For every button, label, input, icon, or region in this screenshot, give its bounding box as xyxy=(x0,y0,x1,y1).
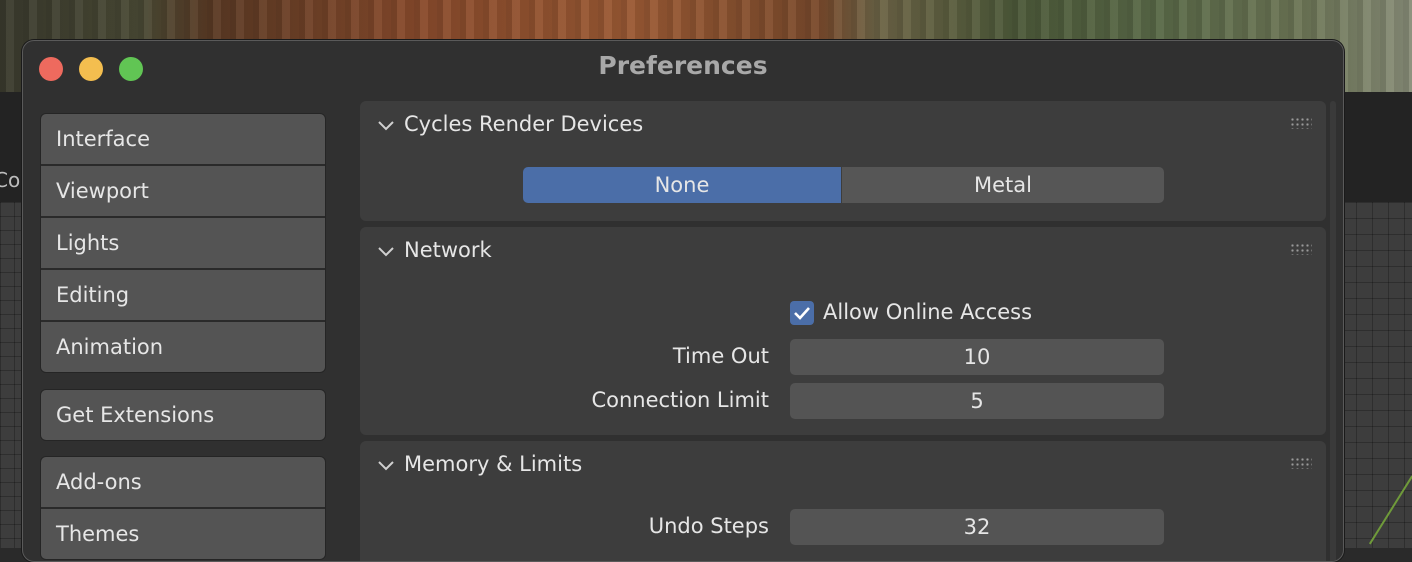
allow-online-access-label[interactable]: Allow Online Access xyxy=(823,300,1032,324)
chevron-down-icon[interactable] xyxy=(376,241,396,261)
panel-network: Network Allow Online Access Time Out 10 … xyxy=(360,227,1326,435)
panel-title: Memory & Limits xyxy=(404,452,583,476)
chevron-down-icon[interactable] xyxy=(376,115,396,135)
scrollbar[interactable] xyxy=(1330,101,1336,561)
allow-online-access-checkbox[interactable] xyxy=(790,301,814,325)
background-header-text: Co xyxy=(0,168,21,192)
checkmark-icon xyxy=(794,307,810,320)
sidebar-group-addons: Add-ons Themes xyxy=(40,456,326,560)
sidebar-item-lights[interactable]: Lights xyxy=(41,218,325,268)
sidebar-group-extensions: Get Extensions xyxy=(40,389,326,441)
background-viewport-left xyxy=(0,202,24,548)
background-header-right xyxy=(1340,92,1412,202)
sidebar-item-viewport[interactable]: Viewport xyxy=(41,166,325,216)
connection-limit-label: Connection Limit xyxy=(591,388,769,412)
sidebar-item-themes[interactable]: Themes xyxy=(41,509,325,559)
sidebar-item-get-extensions[interactable]: Get Extensions xyxy=(41,390,325,440)
undo-steps-field[interactable]: 32 xyxy=(790,509,1164,545)
panel-header-network[interactable]: Network xyxy=(360,227,1326,277)
preferences-window: Preferences Interface Viewport Lights Ed… xyxy=(22,40,1344,562)
time-out-field[interactable]: 10 xyxy=(790,339,1164,375)
device-option-metal[interactable]: Metal xyxy=(842,167,1164,203)
sidebar-item-animation[interactable]: Animation xyxy=(41,322,325,372)
window-title: Preferences xyxy=(598,51,768,80)
sidebar-item-interface[interactable]: Interface xyxy=(41,114,325,164)
sidebar-group-main: Interface Viewport Lights Editing Animat… xyxy=(40,113,326,373)
panel-title: Cycles Render Devices xyxy=(404,112,644,136)
undo-steps-label: Undo Steps xyxy=(648,514,769,538)
panel-memory-limits: Memory & Limits Undo Steps 32 xyxy=(360,441,1326,561)
device-option-none[interactable]: None xyxy=(523,167,841,203)
drag-handle-icon[interactable] xyxy=(1290,243,1312,255)
drag-handle-icon[interactable] xyxy=(1290,457,1312,469)
drag-handle-icon[interactable] xyxy=(1290,117,1312,129)
time-out-label: Time Out xyxy=(672,344,769,368)
chevron-down-icon[interactable] xyxy=(376,455,396,475)
panel-title: Network xyxy=(404,238,492,262)
connection-limit-field[interactable]: 5 xyxy=(790,383,1164,419)
title-bar[interactable]: Preferences xyxy=(23,41,1343,99)
panel-header-cycles[interactable]: Cycles Render Devices xyxy=(360,101,1326,151)
panel-cycles-render-devices: Cycles Render Devices None Metal xyxy=(360,101,1326,221)
panel-header-memory[interactable]: Memory & Limits xyxy=(360,441,1326,491)
sidebar-item-add-ons[interactable]: Add-ons xyxy=(41,457,325,507)
sidebar-item-editing[interactable]: Editing xyxy=(41,270,325,320)
background-viewport-right xyxy=(1340,202,1412,548)
